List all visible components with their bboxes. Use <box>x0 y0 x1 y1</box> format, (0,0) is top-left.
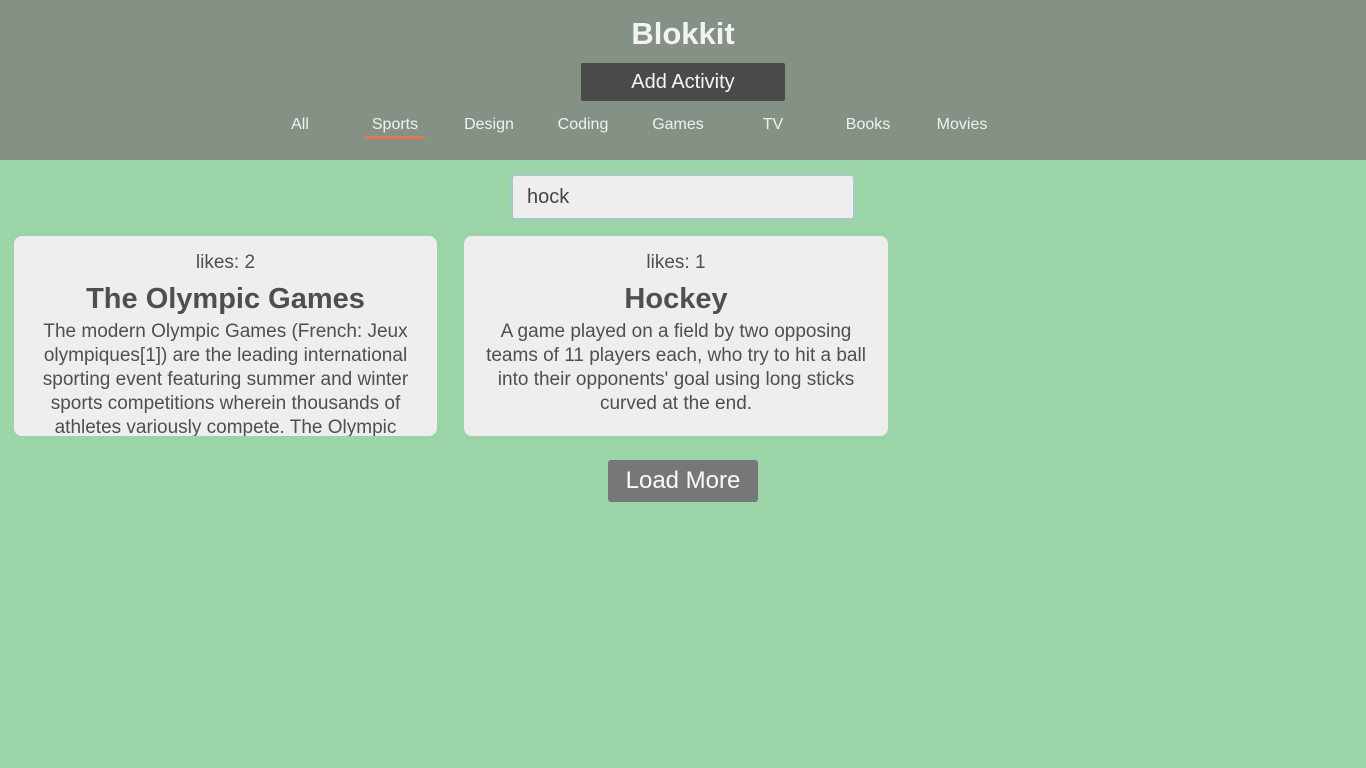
card-description: A game played on a field by two opposing… <box>486 321 866 414</box>
tab-movies[interactable]: Movies <box>927 115 997 139</box>
tab-games[interactable]: Games <box>643 115 713 139</box>
app-title: Blokkit <box>631 16 735 51</box>
likes-count: likes: 1 <box>646 252 706 273</box>
tab-all[interactable]: All <box>265 115 335 139</box>
card-title: The Olympic Games <box>86 283 365 315</box>
search-input[interactable] <box>511 174 855 220</box>
card-description: The modern Olympic Games (French: Jeux o… <box>42 321 409 436</box>
tab-tv[interactable]: TV <box>738 115 808 139</box>
app-header: Blokkit Add Activity All Sports Design C… <box>0 0 1366 160</box>
add-activity-button[interactable]: Add Activity <box>581 63 785 101</box>
activity-card[interactable]: likes: 2 The Olympic Games The modern Ol… <box>14 236 437 436</box>
tab-coding[interactable]: Coding <box>548 115 618 139</box>
tab-design[interactable]: Design <box>454 115 524 139</box>
tab-sports[interactable]: Sports <box>360 115 430 139</box>
tab-books[interactable]: Books <box>833 115 903 139</box>
load-more-button[interactable]: Load More <box>608 460 758 502</box>
activity-card[interactable]: likes: 1 Hockey A game played on a field… <box>464 236 888 436</box>
card-title: Hockey <box>624 283 728 315</box>
likes-count: likes: 2 <box>195 252 256 273</box>
